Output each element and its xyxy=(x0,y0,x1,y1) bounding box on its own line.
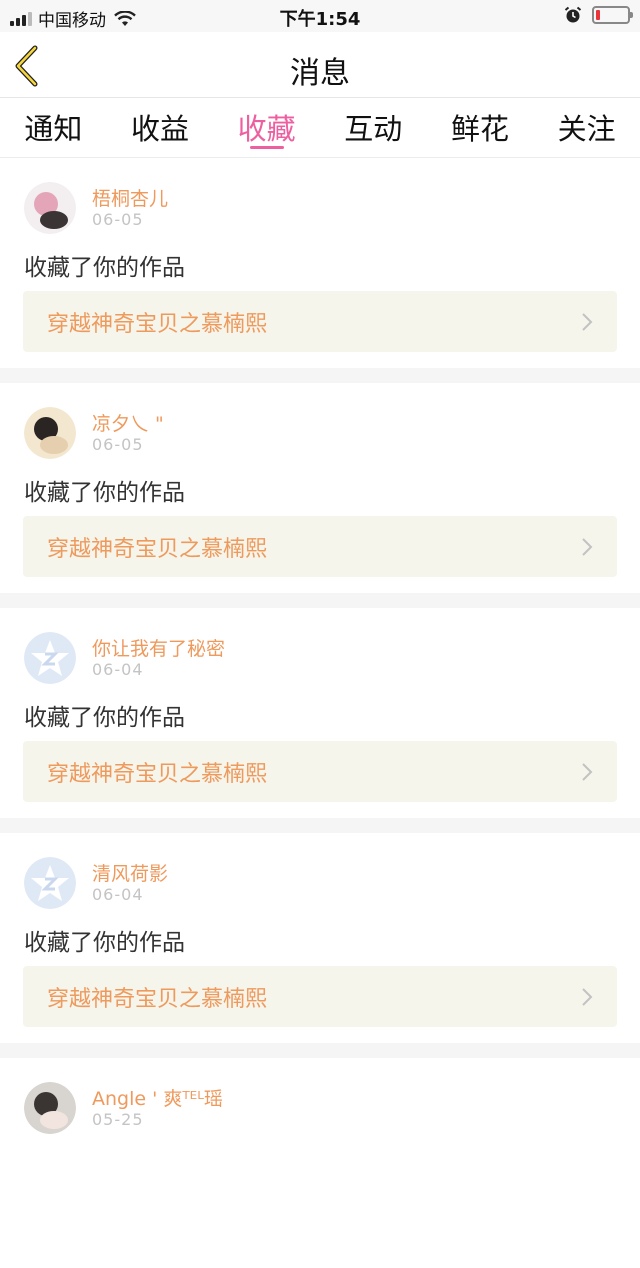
action-text: 收藏了你的作品 xyxy=(24,930,185,956)
action-text: 收藏了你的作品 xyxy=(24,705,185,731)
notification-item: 梧桐杏儿 06-05 收藏了你的作品穿越神奇宝贝之慕楠熙 xyxy=(0,158,640,368)
status-right xyxy=(564,6,633,24)
work-title: 穿越神奇宝贝之慕楠熙 xyxy=(47,987,268,1012)
default-avatar-icon[interactable] xyxy=(24,857,76,909)
username[interactable]: 你让我有了秘密 xyxy=(92,634,225,661)
user-avatar[interactable] xyxy=(24,182,76,234)
list-separator xyxy=(0,593,640,608)
alarm-icon xyxy=(564,6,582,23)
notification-item: 你让我有了秘密 06-04 收藏了你的作品穿越神奇宝贝之慕楠熙 xyxy=(0,608,640,818)
tab-follow[interactable]: 关注 xyxy=(534,98,640,148)
action-text: 收藏了你的作品 xyxy=(24,480,185,506)
chevron-right-icon xyxy=(582,763,593,781)
notification-item: 清风荷影 06-04 收藏了你的作品穿越神奇宝贝之慕楠熙 xyxy=(0,833,640,1043)
tab-label: 收藏 xyxy=(237,112,296,146)
tab-label: 收益 xyxy=(130,112,189,146)
status-bar: 中国移动 下午1:54 xyxy=(0,0,640,32)
list-separator xyxy=(0,368,640,383)
tab-flowers[interactable]: 鲜花 xyxy=(427,98,533,148)
notification-item: Angle ' 爽ᵀᴱᴸ瑶 05-25 xyxy=(0,1058,640,1268)
tab-label: 关注 xyxy=(557,112,616,146)
work-link[interactable]: 穿越神奇宝贝之慕楠熙 xyxy=(23,741,617,802)
battery-level xyxy=(596,10,600,20)
username[interactable]: 凉夕乀 " xyxy=(92,409,164,436)
header: 消息 xyxy=(0,32,640,98)
notification-date: 06-05 xyxy=(92,210,144,229)
tab-notice[interactable]: 通知 xyxy=(0,98,106,148)
tab-label: 通知 xyxy=(24,112,83,146)
notification-list: 梧桐杏儿 06-05 收藏了你的作品 穿越神奇宝贝之慕楠熙 凉夕乀 " 06-05 收藏了你… xyxy=(0,158,640,1268)
notification-date: 05-25 xyxy=(92,1110,144,1129)
work-link[interactable]: 穿越神奇宝贝之慕楠熙 xyxy=(23,966,617,1027)
list-separator xyxy=(0,1043,640,1058)
user-avatar[interactable] xyxy=(24,407,76,459)
notification-date: 06-04 xyxy=(92,660,144,679)
work-title: 穿越神奇宝贝之慕楠熙 xyxy=(47,762,268,787)
active-tab-indicator xyxy=(249,146,284,149)
tab-interaction[interactable]: 互动 xyxy=(320,98,426,148)
chevron-right-icon xyxy=(582,313,593,331)
tab-label: 互动 xyxy=(344,112,403,146)
work-link[interactable]: 穿越神奇宝贝之慕楠熙 xyxy=(23,516,617,577)
status-time: 下午1:54 xyxy=(279,9,361,30)
username[interactable]: 梧桐杏儿 xyxy=(92,184,168,211)
tab-favorites[interactable]: 收藏 xyxy=(214,98,320,149)
work-link[interactable]: 穿越神奇宝贝之慕楠熙 xyxy=(23,291,617,352)
tab-label: 鲜花 xyxy=(450,112,509,146)
notification-date: 06-05 xyxy=(92,435,144,454)
notification-item: 凉夕乀 " 06-05 收藏了你的作品穿越神奇宝贝之慕楠熙 xyxy=(0,383,640,593)
list-separator xyxy=(0,818,640,833)
work-title: 穿越神奇宝贝之慕楠熙 xyxy=(47,537,268,562)
tab-earnings[interactable]: 收益 xyxy=(107,98,213,148)
username[interactable]: Angle ' 爽ᵀᴱᴸ瑶 xyxy=(92,1084,223,1111)
username[interactable]: 清风荷影 xyxy=(92,859,168,886)
tab-bar: 通知 收益 收藏 互动 鲜花 关注 xyxy=(0,98,640,158)
user-avatar[interactable] xyxy=(24,1082,76,1134)
page-title: 消息 xyxy=(290,56,350,91)
work-title: 穿越神奇宝贝之慕楠熙 xyxy=(47,312,268,337)
chevron-right-icon xyxy=(582,538,593,556)
notification-date: 06-04 xyxy=(92,885,144,904)
default-avatar-icon[interactable] xyxy=(24,632,76,684)
action-text: 收藏了你的作品 xyxy=(24,255,185,281)
chevron-right-icon xyxy=(582,988,593,1006)
battery-icon xyxy=(592,6,633,24)
